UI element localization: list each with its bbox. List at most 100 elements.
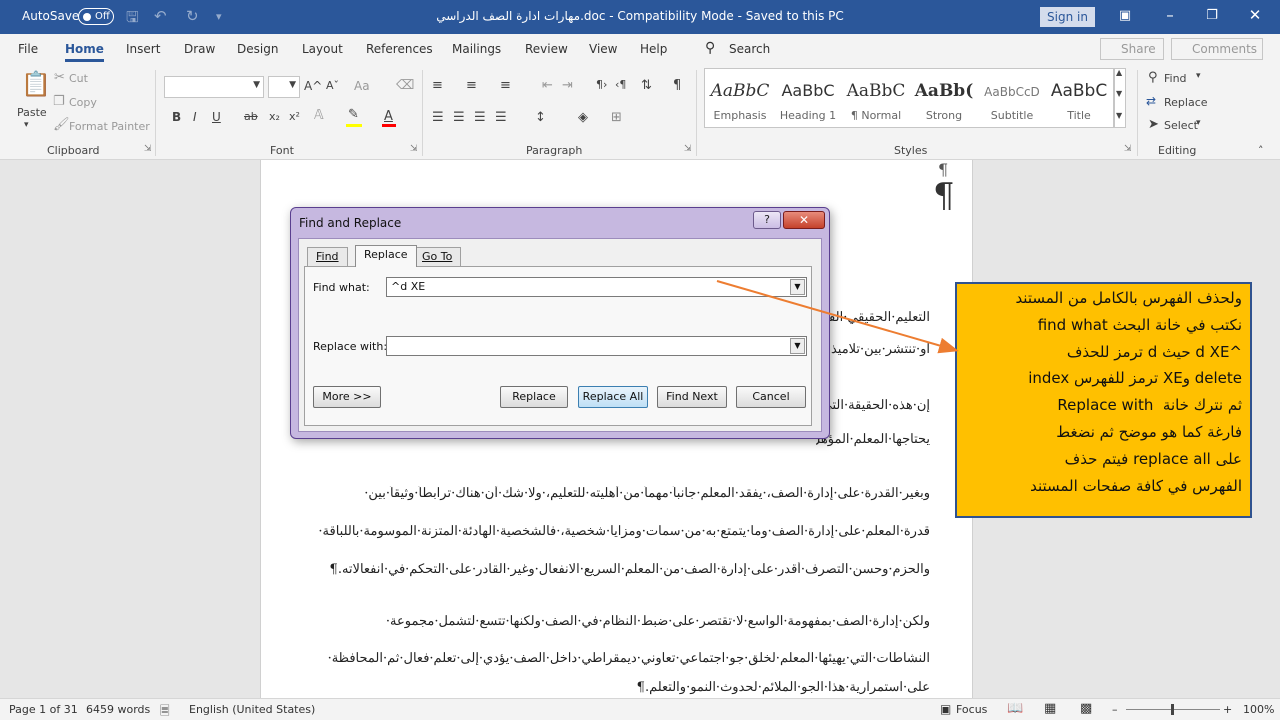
superscript-button[interactable]: x² — [289, 110, 300, 123]
borders-icon[interactable]: ⊞ — [611, 110, 622, 125]
comments-button[interactable]: Comments — [1171, 38, 1263, 60]
bullets-icon[interactable]: ≡ — [432, 78, 443, 93]
change-case-button[interactable]: Aa — [354, 79, 370, 93]
style-heading-1[interactable]: AaBbC Heading 1 — [775, 69, 841, 127]
line-spacing-icon[interactable]: ↕ — [535, 110, 546, 125]
redo-icon[interactable]: ↻ — [186, 7, 199, 25]
decrease-indent-icon[interactable]: ⇤ — [542, 78, 553, 93]
chevron-down-icon[interactable]: ▾ — [1196, 71, 1201, 81]
web-layout-icon[interactable]: ▩ — [1080, 701, 1092, 716]
close-icon[interactable]: ✕ — [783, 211, 825, 229]
tab-layout[interactable]: Layout — [302, 42, 343, 56]
help-icon[interactable]: ? — [753, 211, 781, 229]
show-hide-icon[interactable]: ¶ — [673, 78, 681, 93]
strikethrough-button[interactable]: ab — [244, 110, 258, 123]
tab-file[interactable]: File — [18, 42, 38, 56]
restore-icon[interactable]: ❐ — [1197, 8, 1227, 23]
styles-scroll[interactable]: ▲ ▼ ▼ — [1114, 68, 1126, 128]
cut-button[interactable]: Cut — [69, 72, 88, 85]
chevron-down-icon[interactable]: ▼ — [1116, 89, 1122, 98]
cut-icon[interactable]: ✂ — [54, 70, 65, 85]
ltr-icon[interactable]: ¶› — [596, 78, 607, 91]
close-icon[interactable]: ✕ — [1240, 6, 1270, 24]
zoom-in-icon[interactable]: + — [1223, 703, 1232, 716]
justify-icon[interactable]: ☰ — [495, 110, 507, 125]
print-layout-icon[interactable]: ▦ — [1044, 701, 1056, 716]
copy-button[interactable]: Copy — [69, 96, 97, 109]
font-color-icon[interactable]: A — [384, 109, 393, 124]
bold-button[interactable]: B — [172, 110, 181, 124]
italic-button[interactable]: I — [193, 110, 197, 124]
style-normal[interactable]: AaBbC ¶ Normal — [843, 69, 909, 127]
style-strong[interactable]: AaBb( Strong — [911, 69, 977, 127]
replace-with-input[interactable]: ▼ — [386, 336, 807, 356]
highlight-icon[interactable]: ✎ — [348, 107, 359, 122]
share-button[interactable]: Share — [1100, 38, 1164, 60]
tab-find[interactable]: Find — [307, 247, 348, 267]
sort-icon[interactable]: ⇅ — [641, 78, 652, 93]
numbering-icon[interactable]: ≡ — [466, 78, 477, 93]
chevron-down-icon[interactable]: ▾ — [24, 120, 29, 130]
clear-formatting-icon[interactable]: ⌫ — [396, 78, 414, 93]
style-title[interactable]: AaBbC Title — [1045, 69, 1113, 127]
select-icon[interactable]: ➤ — [1148, 117, 1159, 132]
tab-home[interactable]: Home — [65, 42, 104, 62]
font-name-dropdown[interactable]: ▼ — [164, 76, 264, 98]
font-size-dropdown[interactable]: ▼ — [268, 76, 300, 98]
text-effects-icon[interactable]: 𝔸 — [314, 108, 324, 123]
save-icon[interactable]: 🖫 — [126, 7, 139, 32]
tab-draw[interactable]: Draw — [184, 42, 215, 56]
dialog-launcher-icon[interactable]: ⇲ — [1124, 144, 1132, 154]
search-box[interactable]: Search — [729, 42, 770, 56]
tab-mailings[interactable]: Mailings — [452, 42, 501, 56]
collapse-ribbon-icon[interactable]: ˄ — [1258, 144, 1264, 157]
focus-icon[interactable]: ▣ — [940, 702, 951, 716]
cancel-button[interactable]: Cancel — [736, 386, 806, 408]
sign-in-button[interactable]: Sign in — [1040, 7, 1095, 27]
zoom-slider-thumb[interactable] — [1171, 704, 1174, 715]
tab-references[interactable]: References — [366, 42, 433, 56]
rtl-icon[interactable]: ‹¶ — [615, 78, 626, 91]
paste-button[interactable]: Paste — [17, 106, 47, 119]
shrink-font-button[interactable]: Aˇ — [326, 79, 339, 92]
tab-design[interactable]: Design — [237, 42, 278, 56]
dialog-launcher-icon[interactable]: ⇲ — [410, 144, 418, 154]
align-right-icon[interactable]: ☰ — [474, 110, 486, 125]
tab-help[interactable]: Help — [640, 42, 667, 56]
align-center-icon[interactable]: ☰ — [453, 110, 465, 125]
replace-button[interactable]: Replace — [1164, 96, 1208, 109]
dialog-launcher-icon[interactable]: ⇲ — [684, 144, 692, 154]
zoom-out-icon[interactable]: – — [1112, 703, 1118, 716]
format-painter-button[interactable]: Format Painter — [69, 120, 150, 133]
more-button[interactable]: More >> — [313, 386, 381, 408]
chevron-down-icon[interactable]: ▼ — [790, 338, 805, 354]
tab-review[interactable]: Review — [525, 42, 568, 56]
paste-icon[interactable]: 📋 — [21, 70, 51, 98]
language-indicator[interactable]: English (United States) — [189, 703, 315, 716]
autosave-toggle[interactable]: Off — [78, 8, 114, 25]
grow-font-button[interactable]: A^ — [304, 79, 322, 93]
tab-view[interactable]: View — [589, 42, 617, 56]
find-button[interactable]: Find — [1164, 72, 1187, 85]
style-emphasis[interactable]: AaBbC Emphasis — [707, 69, 773, 127]
find-icon[interactable]: ⚲ — [1148, 70, 1158, 85]
multilevel-list-icon[interactable]: ≡ — [500, 78, 511, 93]
chevron-down-icon[interactable]: ▼ — [790, 279, 805, 295]
replace-all-button[interactable]: Replace All — [578, 386, 648, 408]
format-painter-icon[interactable]: 🖌 — [53, 117, 70, 132]
style-subtitle[interactable]: AaBbCcD Subtitle — [979, 69, 1045, 127]
read-mode-icon[interactable]: 📖 — [1007, 701, 1023, 716]
replace-button[interactable]: Replace — [500, 386, 568, 408]
shading-icon[interactable]: ◈ — [578, 110, 588, 125]
more-styles-icon[interactable]: ▼ — [1116, 111, 1122, 120]
tab-goto[interactable]: Go To — [413, 247, 462, 267]
page-count[interactable]: Page 1 of 31 — [9, 703, 78, 716]
minimize-icon[interactable]: – — [1155, 6, 1185, 24]
tab-replace[interactable]: Replace — [355, 245, 417, 267]
increase-indent-icon[interactable]: ⇥ — [562, 78, 573, 93]
chevron-down-icon[interactable]: ▾ — [1196, 118, 1201, 128]
word-count[interactable]: 6459 words — [86, 703, 150, 716]
select-button[interactable]: Select — [1164, 119, 1198, 132]
zoom-level[interactable]: 100% — [1243, 703, 1274, 716]
replace-icon[interactable]: ⇄ — [1146, 94, 1156, 108]
